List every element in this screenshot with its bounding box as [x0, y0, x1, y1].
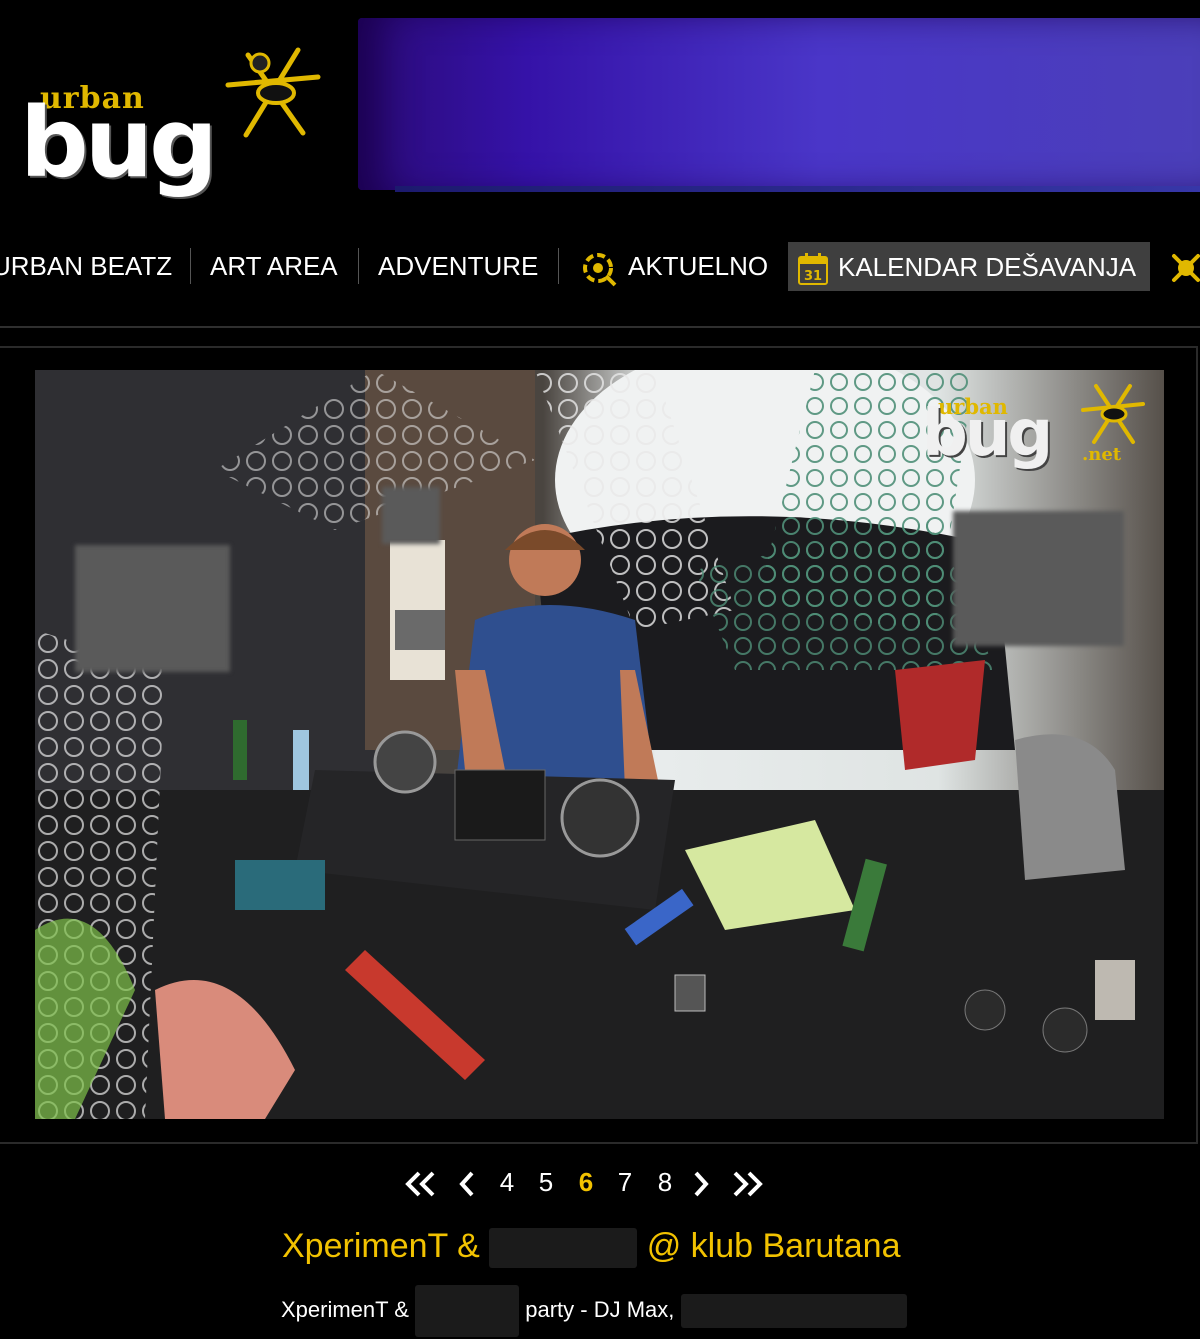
title-part1: XperimenT & — [282, 1227, 480, 1265]
bug-icon — [583, 253, 617, 287]
main-nav: URBAN BEATZ ART AREA ADVENTURE AKTUELNO … — [0, 236, 1200, 296]
double-chevron-right-icon — [733, 1171, 763, 1197]
prev-page-button[interactable] — [455, 1160, 479, 1204]
nav-label: URBAN BEATZ — [0, 251, 173, 281]
gallery-pager: 4 5 6 7 8 — [0, 1160, 1200, 1204]
header-banner[interactable] — [358, 18, 1200, 190]
nav-item-adventure[interactable]: ADVENTURE — [378, 236, 538, 296]
logo-bug-icon — [225, 47, 321, 138]
bug-icon — [1172, 254, 1200, 283]
site-logo[interactable]: urban bug — [18, 45, 328, 191]
redacted-name — [680, 1294, 907, 1328]
redacted-face — [953, 511, 1124, 646]
calendar-icon-day: 31 — [804, 269, 822, 284]
nav-separator — [358, 248, 359, 284]
page-link[interactable]: 8 — [652, 1160, 678, 1204]
nav-label: ART AREA — [210, 251, 338, 281]
caption-part2: party - DJ Max, — [525, 1296, 675, 1322]
watermark-bug-text: bug — [922, 397, 1053, 471]
nav-divider — [0, 326, 1200, 328]
title-part2: @ klub Barutana — [646, 1227, 901, 1265]
page-link[interactable]: 7 — [612, 1160, 638, 1204]
photo-watermark: urban bug .net — [920, 378, 1150, 470]
nav-separator — [558, 248, 559, 284]
chevron-left-icon — [459, 1171, 474, 1197]
next-page-button[interactable] — [689, 1160, 713, 1204]
caption-part1: XperimenT & — [281, 1296, 409, 1322]
redacted-name — [489, 1228, 638, 1269]
nav-item-art-area[interactable]: ART AREA — [210, 236, 338, 296]
calendar-icon: 31 — [798, 253, 828, 286]
nav-item-aktuelno[interactable]: AKTUELNO — [578, 236, 768, 296]
chevron-right-icon — [694, 1171, 709, 1197]
nav-separator — [190, 248, 191, 284]
first-page-button[interactable] — [402, 1160, 438, 1204]
nav-label: ADVENTURE — [378, 251, 539, 281]
watermark-bug-icon — [1081, 384, 1145, 444]
banner-shadow — [395, 186, 1200, 192]
nav-item-more[interactable] — [1168, 236, 1200, 296]
redacted-face — [75, 545, 230, 672]
current-page: 6 — [578, 1167, 594, 1197]
page-link[interactable]: 5 — [533, 1160, 559, 1204]
double-chevron-left-icon — [405, 1171, 435, 1197]
dj-booth-photo — [35, 370, 1164, 1119]
nav-label: AKTUELNO — [628, 251, 769, 281]
nav-item-kalendar-desavanja[interactable]: 31 KALENDAR DEŠAVANJA — [788, 242, 1151, 291]
redacted-face — [382, 487, 440, 544]
last-page-button[interactable] — [730, 1160, 766, 1204]
nav-item-urban-beatz[interactable]: URBAN BEATZ — [0, 236, 172, 296]
redacted-name — [415, 1285, 520, 1337]
gallery-title: XperimenT & @ klub Barutana — [282, 1224, 901, 1269]
logo-bug-text: bug — [20, 87, 218, 199]
page-link[interactable]: 4 — [494, 1160, 520, 1204]
nav-label: KALENDAR DEŠAVANJA — [838, 252, 1137, 282]
gallery-caption: XperimenT & party - DJ Max, — [281, 1285, 907, 1337]
gallery-photo[interactable]: urban bug .net — [35, 370, 1164, 1119]
